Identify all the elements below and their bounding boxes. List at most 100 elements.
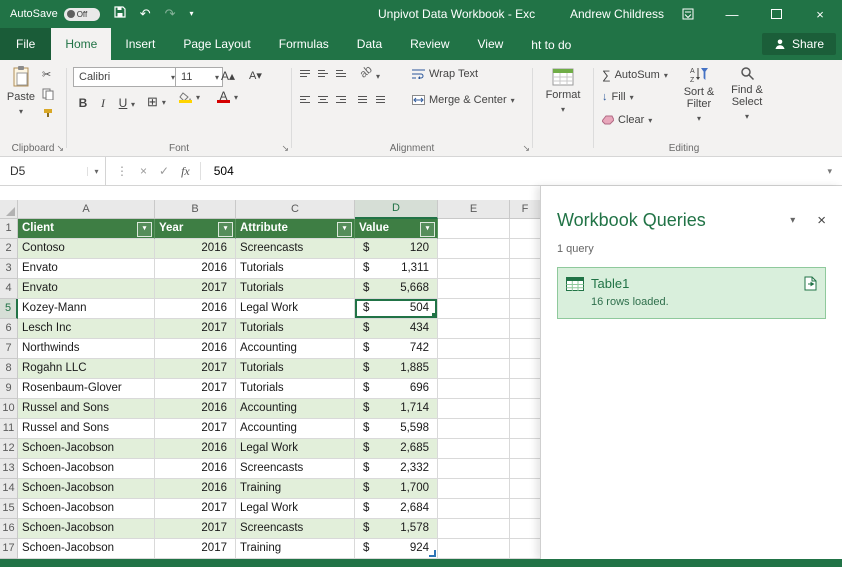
cell-F8[interactable] bbox=[510, 359, 541, 379]
tab-home[interactable]: Home bbox=[51, 28, 112, 60]
clear-caret-icon[interactable]: ▾ bbox=[648, 116, 652, 125]
cell-E14[interactable] bbox=[438, 479, 510, 499]
column-header-d[interactable]: D bbox=[355, 200, 438, 219]
ribbon-display-options-icon[interactable] bbox=[666, 0, 710, 28]
customize-qat-caret-icon[interactable]: ▾ bbox=[190, 0, 194, 28]
cell-C5[interactable]: Legal Work bbox=[236, 299, 355, 319]
column-header-b[interactable]: B bbox=[155, 200, 236, 219]
cell-F11[interactable] bbox=[510, 419, 541, 439]
cell-E15[interactable] bbox=[438, 499, 510, 519]
cell-A16[interactable]: Schoen-Jacobson bbox=[18, 519, 155, 539]
cell-C15[interactable]: Legal Work bbox=[236, 499, 355, 519]
cell-E7[interactable] bbox=[438, 339, 510, 359]
cell-C13[interactable]: Screencasts bbox=[236, 459, 355, 479]
cell-B15[interactable]: 2017 bbox=[155, 499, 236, 519]
underline-button[interactable]: U bbox=[113, 94, 133, 112]
font-dialog-launcher-icon[interactable]: ↘ bbox=[281, 143, 289, 154]
save-icon[interactable] bbox=[114, 0, 126, 28]
paste-caret-icon[interactable]: ▾ bbox=[19, 106, 23, 118]
column-header-f[interactable]: F bbox=[510, 200, 541, 219]
cell-A4[interactable]: Envato bbox=[18, 279, 155, 299]
cell-F6[interactable] bbox=[510, 319, 541, 339]
cell-D2[interactable]: $120 bbox=[355, 239, 438, 259]
cell-C17[interactable]: Training bbox=[236, 539, 355, 559]
cell-D8[interactable]: $1,885 bbox=[355, 359, 438, 379]
cell-B17[interactable]: 2017 bbox=[155, 539, 236, 559]
undo-icon[interactable]: ↶ bbox=[140, 0, 151, 28]
cell-C6[interactable]: Tutorials bbox=[236, 319, 355, 339]
decrease-indent-button[interactable] bbox=[358, 96, 367, 103]
cell-D14[interactable]: $1,700 bbox=[355, 479, 438, 499]
cell-F16[interactable] bbox=[510, 519, 541, 539]
cell-E3[interactable] bbox=[438, 259, 510, 279]
row-header-10[interactable]: 10 bbox=[0, 399, 18, 419]
cell-C8[interactable]: Tutorials bbox=[236, 359, 355, 379]
font-size-select[interactable]: 11 ▾ bbox=[175, 67, 223, 87]
cell-B10[interactable]: 2016 bbox=[155, 399, 236, 419]
formula-bar-handle-icon[interactable]: ⋮ bbox=[116, 164, 128, 178]
cell-A10[interactable]: Russel and Sons bbox=[18, 399, 155, 419]
orientation-button[interactable]: ab bbox=[358, 63, 375, 80]
column-header-a[interactable]: A bbox=[18, 200, 155, 219]
cell-C3[interactable]: Tutorials bbox=[236, 259, 355, 279]
align-bottom-button[interactable] bbox=[336, 70, 346, 77]
row-header-2[interactable]: 2 bbox=[0, 239, 18, 259]
table-header-year[interactable]: Year ▾ bbox=[155, 219, 236, 239]
row-header-4[interactable]: 4 bbox=[0, 279, 18, 299]
grow-font-button[interactable]: A▴ bbox=[221, 69, 235, 83]
fill-button[interactable]: ↓ Fill ▾ bbox=[602, 91, 634, 103]
clear-button[interactable]: Clear ▾ bbox=[602, 114, 652, 126]
align-left-button[interactable] bbox=[300, 96, 310, 103]
cell-B4[interactable]: 2017 bbox=[155, 279, 236, 299]
cell-D6[interactable]: $434 bbox=[355, 319, 438, 339]
row-header-15[interactable]: 15 bbox=[0, 499, 18, 519]
cell-E9[interactable] bbox=[438, 379, 510, 399]
cell-A12[interactable]: Schoen-Jacobson bbox=[18, 439, 155, 459]
column-header-e[interactable]: E bbox=[438, 200, 510, 219]
cell-D4[interactable]: $5,668 bbox=[355, 279, 438, 299]
align-top-button[interactable] bbox=[300, 70, 310, 77]
cell-C14[interactable]: Training bbox=[236, 479, 355, 499]
sort-filter-caret-icon[interactable]: ▾ bbox=[697, 113, 701, 125]
sort-filter-button[interactable]: AZ Sort & Filter ▾ bbox=[676, 66, 722, 125]
fill-handle[interactable] bbox=[432, 313, 437, 318]
cell-F7[interactable] bbox=[510, 339, 541, 359]
autosum-caret-icon[interactable]: ▾ bbox=[664, 71, 668, 80]
tab-page-layout[interactable]: Page Layout bbox=[169, 28, 264, 60]
tab-insert[interactable]: Insert bbox=[111, 28, 169, 60]
insert-function-button[interactable]: fx bbox=[181, 164, 190, 179]
align-center-button[interactable] bbox=[318, 96, 328, 103]
account-name[interactable]: Andrew Childress bbox=[570, 7, 664, 21]
table-header-client[interactable]: Client ▾ bbox=[18, 219, 155, 239]
autosave-toggle[interactable]: AutoSave Off bbox=[10, 7, 100, 21]
cell-E13[interactable] bbox=[438, 459, 510, 479]
find-select-caret-icon[interactable]: ▾ bbox=[745, 111, 749, 123]
cut-button[interactable]: ✂ bbox=[42, 68, 51, 81]
format-caret-icon[interactable]: ▾ bbox=[561, 104, 565, 116]
fill-color-button[interactable]: ▾ bbox=[179, 92, 200, 103]
cell-F4[interactable] bbox=[510, 279, 541, 299]
cell-B2[interactable]: 2016 bbox=[155, 239, 236, 259]
cell-B3[interactable]: 2016 bbox=[155, 259, 236, 279]
cell-B11[interactable]: 2017 bbox=[155, 419, 236, 439]
panel-caret-icon[interactable]: ▾ bbox=[790, 215, 795, 226]
cell-D15[interactable]: $2,684 bbox=[355, 499, 438, 519]
cell-F1[interactable] bbox=[510, 219, 541, 239]
cell-C12[interactable]: Legal Work bbox=[236, 439, 355, 459]
cell-A13[interactable]: Schoen-Jacobson bbox=[18, 459, 155, 479]
table-header-attribute[interactable]: Attribute ▾ bbox=[236, 219, 355, 239]
cell-A5[interactable]: Kozey-Mann bbox=[18, 299, 155, 319]
cell-F5[interactable] bbox=[510, 299, 541, 319]
cell-F17[interactable] bbox=[510, 539, 541, 559]
row-header-16[interactable]: 16 bbox=[0, 519, 18, 539]
cell-C2[interactable]: Screencasts bbox=[236, 239, 355, 259]
minimize-icon[interactable]: — bbox=[710, 0, 754, 28]
cell-B13[interactable]: 2016 bbox=[155, 459, 236, 479]
cell-D17[interactable]: $924 bbox=[355, 539, 438, 559]
cell-F12[interactable] bbox=[510, 439, 541, 459]
wrap-text-button[interactable]: Wrap Text bbox=[412, 68, 478, 80]
italic-button[interactable]: I bbox=[93, 94, 113, 112]
cell-E5[interactable] bbox=[438, 299, 510, 319]
cell-A3[interactable]: Envato bbox=[18, 259, 155, 279]
filter-button[interactable]: ▾ bbox=[137, 222, 152, 237]
